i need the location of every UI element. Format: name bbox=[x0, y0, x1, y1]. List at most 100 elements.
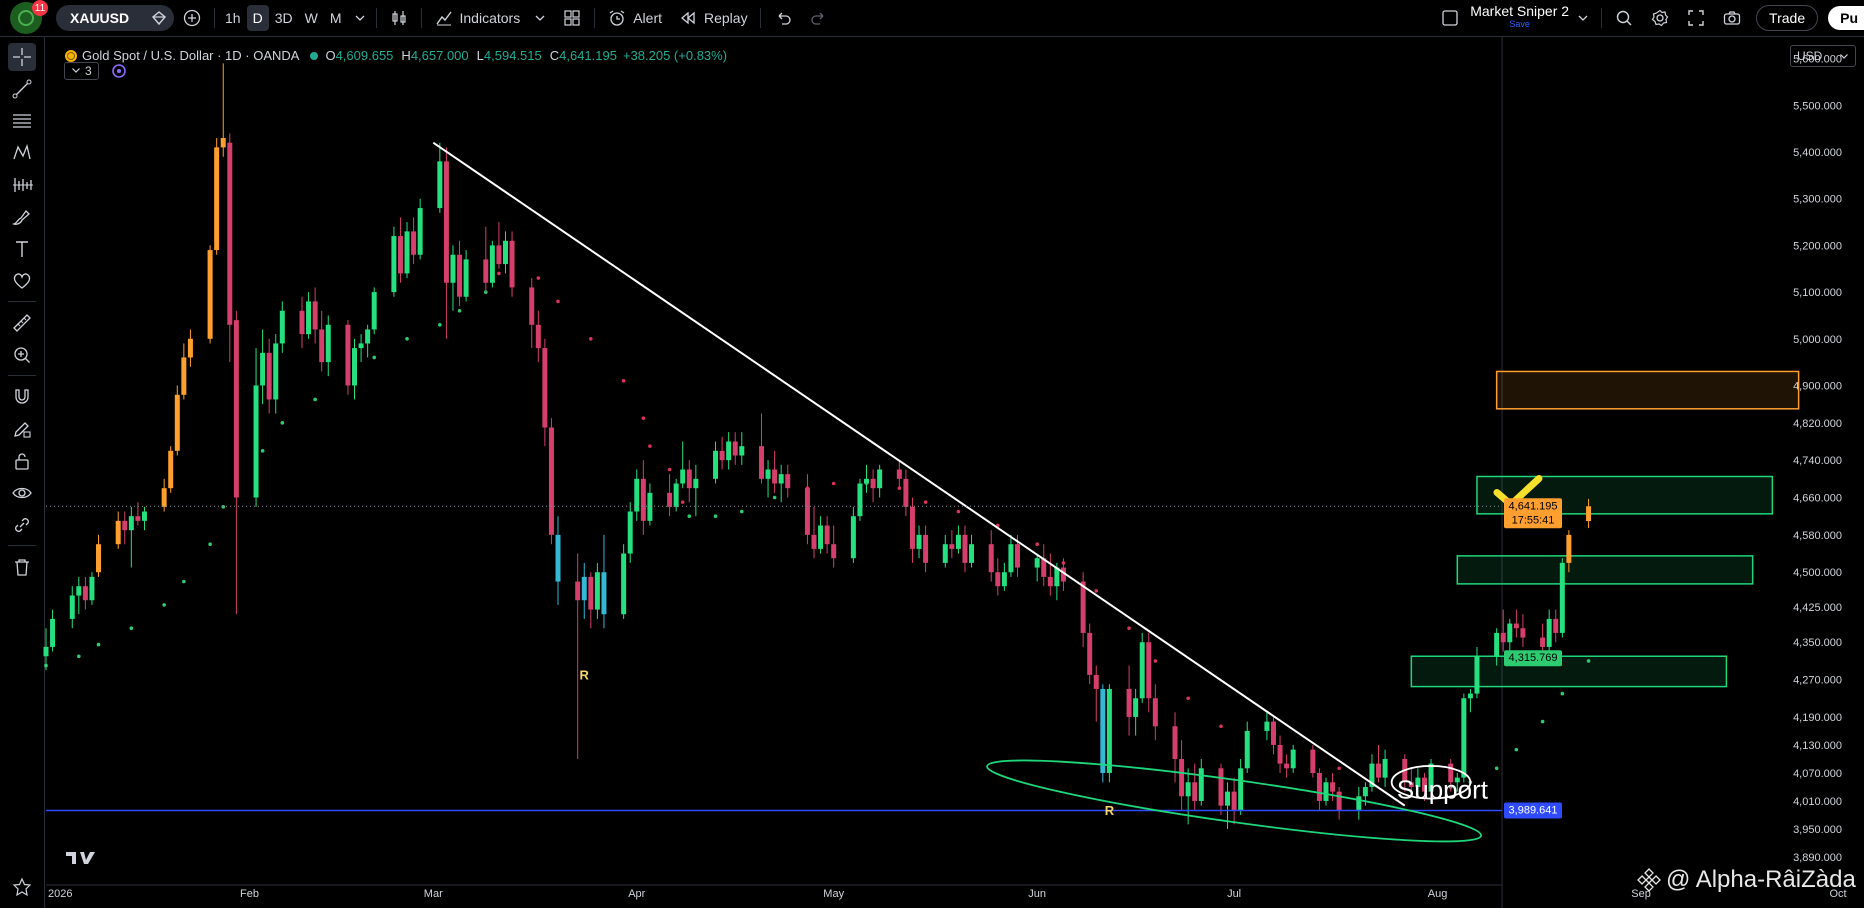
sar-dot bbox=[208, 542, 212, 546]
candle-body bbox=[1494, 632, 1500, 657]
fib-tool[interactable] bbox=[8, 107, 36, 135]
stay-drawing-tool[interactable] bbox=[8, 415, 36, 443]
candle-body bbox=[719, 450, 725, 461]
toolbar-separator bbox=[420, 8, 422, 28]
candle-body bbox=[220, 138, 226, 148]
timeframe-w[interactable]: W bbox=[299, 5, 324, 31]
link-tool[interactable] bbox=[8, 511, 36, 539]
layout-select[interactable]: Market Sniper 2 Save bbox=[1432, 4, 1597, 32]
time-tick-label: Feb bbox=[240, 888, 259, 900]
crosshair-tool[interactable] bbox=[8, 43, 36, 71]
timeframe-d[interactable]: D bbox=[246, 5, 269, 31]
quick-search-button[interactable] bbox=[1606, 4, 1642, 32]
candle-body bbox=[1336, 791, 1342, 811]
hide-drawings-tool[interactable] bbox=[8, 479, 36, 507]
price-tick-label: 3,890.000 bbox=[1793, 852, 1842, 864]
magnet-tool[interactable] bbox=[8, 383, 36, 411]
zoom-tool[interactable] bbox=[8, 341, 36, 369]
sar-dot bbox=[280, 421, 285, 425]
symbol-search[interactable]: XAUUSD bbox=[56, 5, 174, 31]
timeframe-3d[interactable]: 3D bbox=[269, 5, 299, 31]
forecast-tool[interactable] bbox=[8, 171, 36, 199]
publish-button[interactable]: Pu bbox=[1828, 6, 1864, 30]
zone-lower bbox=[1410, 655, 1728, 688]
chevron-down-icon bbox=[1840, 54, 1848, 59]
undo-button[interactable] bbox=[765, 4, 801, 32]
candle-body bbox=[397, 236, 403, 274]
favorites-tool[interactable] bbox=[8, 873, 36, 901]
candle-body bbox=[253, 385, 259, 498]
candle-body bbox=[1356, 796, 1362, 811]
sar-price-tag-bg bbox=[1504, 650, 1562, 667]
remove-drawings-tool[interactable] bbox=[8, 553, 36, 581]
candle-body bbox=[1382, 758, 1388, 778]
candle-body bbox=[732, 441, 738, 456]
chart-legend: Gold Spot / U.S. Dollar · 1D · OANDA O 4,… bbox=[64, 48, 727, 63]
layouts-button[interactable] bbox=[554, 4, 590, 32]
candle-body bbox=[693, 478, 699, 489]
fullscreen-button[interactable] bbox=[1678, 4, 1714, 32]
instrument-title[interactable]: Gold Spot / U.S. Dollar · 1D · OANDA bbox=[82, 48, 299, 63]
candle-body bbox=[601, 572, 607, 615]
user-avatar[interactable]: 11 bbox=[10, 0, 48, 34]
diamond-icon[interactable] bbox=[150, 9, 168, 27]
redo-icon bbox=[810, 12, 824, 25]
sar-dot bbox=[680, 500, 685, 504]
toolbar-separator bbox=[759, 8, 761, 28]
timeframe-1h[interactable]: 1h bbox=[219, 5, 247, 31]
undo-icon bbox=[778, 12, 791, 25]
time-tick-label: Mar bbox=[424, 888, 443, 900]
sar-dot bbox=[1278, 752, 1282, 757]
trendline-tool[interactable] bbox=[8, 75, 36, 103]
icon-tool[interactable] bbox=[8, 267, 36, 295]
candle-body bbox=[371, 292, 377, 330]
time-tick-label: 2026 bbox=[48, 888, 72, 900]
price-tick-label: 4,010.000 bbox=[1793, 796, 1842, 808]
timeframe-dropdown[interactable] bbox=[348, 5, 372, 31]
candle-body bbox=[1362, 786, 1368, 797]
pattern-tool[interactable] bbox=[8, 139, 36, 167]
candle-body bbox=[1310, 749, 1316, 773]
brush-tool[interactable] bbox=[8, 203, 36, 231]
currency-select[interactable]: USD bbox=[1790, 45, 1856, 67]
toolbar-separator bbox=[8, 301, 36, 302]
sar-dot bbox=[864, 481, 869, 486]
alert-button[interactable]: Alert bbox=[599, 4, 670, 32]
candle-body bbox=[1060, 567, 1066, 582]
plus-circle-icon bbox=[183, 9, 201, 27]
sar-dot bbox=[510, 266, 514, 271]
screenshot-button[interactable] bbox=[1714, 4, 1750, 32]
candle-body bbox=[450, 254, 456, 283]
layout-save-label[interactable]: Save bbox=[1509, 18, 1530, 31]
support-ellipse bbox=[986, 759, 1483, 843]
chart-type-button[interactable] bbox=[381, 4, 417, 32]
text-tool[interactable] bbox=[8, 235, 36, 263]
sar-dot bbox=[1127, 626, 1131, 631]
settings-button[interactable] bbox=[1642, 4, 1678, 32]
crosshair-icon bbox=[13, 48, 31, 66]
sar-dot bbox=[772, 495, 777, 500]
trade-button[interactable]: Trade bbox=[1756, 5, 1819, 31]
measure-tool[interactable] bbox=[8, 309, 36, 337]
sar-dot bbox=[1448, 785, 1453, 789]
sync-icon[interactable] bbox=[111, 63, 127, 79]
sar-dot bbox=[1402, 775, 1407, 780]
timeframe-m[interactable]: M bbox=[324, 5, 348, 31]
compare-symbol-button[interactable] bbox=[174, 4, 210, 32]
candle-body bbox=[128, 516, 134, 531]
candle-body bbox=[1454, 777, 1460, 783]
candle-body bbox=[227, 142, 233, 325]
redo-button[interactable] bbox=[801, 4, 837, 32]
candle-body bbox=[1139, 642, 1145, 699]
indicators-toggle[interactable]: 3 bbox=[64, 62, 99, 80]
indicators-button[interactable]: Indicators bbox=[426, 4, 555, 32]
time-tick-label: Jun bbox=[1028, 888, 1046, 900]
lock-drawings-tool[interactable] bbox=[8, 447, 36, 475]
price-tick-label: 4,660.000 bbox=[1793, 493, 1842, 505]
candle-body bbox=[1264, 721, 1270, 731]
binance-logo-icon bbox=[1637, 868, 1661, 892]
chevron-down-icon bbox=[72, 68, 80, 73]
sar-dot bbox=[234, 477, 239, 481]
replay-button[interactable]: Replay bbox=[670, 4, 756, 32]
price-chart[interactable]: SupportRR 5,600.0005,500.0005,400.0005,3… bbox=[0, 0, 1864, 908]
